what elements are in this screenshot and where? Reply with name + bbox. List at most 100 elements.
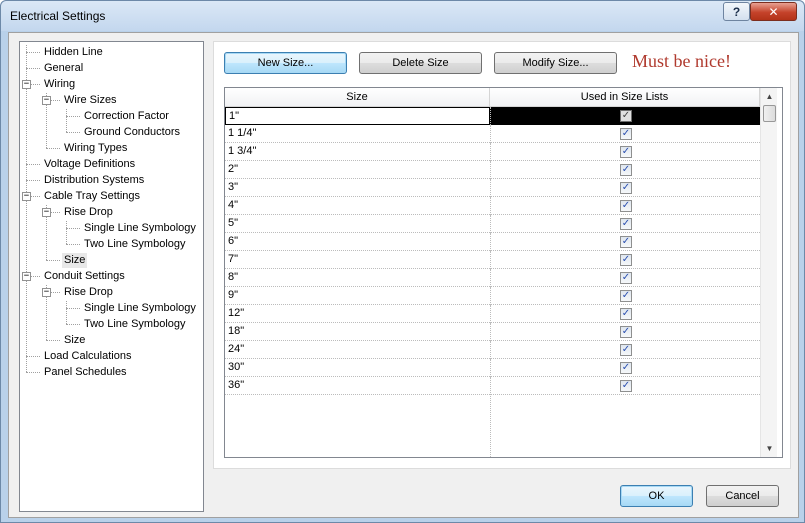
scroll-up-arrow-icon[interactable]: ▲ [761,88,778,105]
tree-item[interactable]: Load Calculations [42,349,133,364]
used-in-size-lists-cell: ✓ [490,341,760,359]
table-row[interactable]: 7" ✓ [225,251,760,269]
column-header-used-in-size-lists[interactable]: Used in Size Lists [490,88,760,107]
used-in-size-lists-checkbox[interactable]: ✓ [620,110,632,122]
size-cell[interactable]: 24" [225,341,490,359]
collapse-icon[interactable]: − [22,80,31,89]
collapse-icon[interactable]: − [22,192,31,201]
used-in-size-lists-checkbox[interactable]: ✓ [620,218,632,230]
used-in-size-lists-checkbox[interactable]: ✓ [620,362,632,374]
used-in-size-lists-cell: ✓ [490,125,760,143]
new-size-button[interactable]: New Size... [224,52,347,74]
used-in-size-lists-checkbox[interactable]: ✓ [620,326,632,338]
tree-connector [46,148,60,149]
size-cell[interactable]: 2" [225,161,490,179]
used-in-size-lists-cell: ✓ [490,107,760,125]
tree-item[interactable]: Two Line Symbology [82,317,188,332]
scroll-thumb[interactable] [763,105,776,122]
table-row[interactable]: 9" ✓ [225,287,760,305]
tree-item[interactable]: Voltage Definitions [42,157,137,172]
size-cell[interactable]: 1" [225,107,490,125]
tree-item[interactable]: Cable Tray Settings [42,189,142,204]
tree-item[interactable]: Conduit Settings [42,269,127,284]
modify-size-button[interactable]: Modify Size... [494,52,617,74]
table-row[interactable]: 8" ✓ [225,269,760,287]
tree-item[interactable]: Ground Conductors [82,125,182,140]
size-cell[interactable]: 36" [225,377,490,395]
help-button[interactable]: ? [723,2,750,21]
used-in-size-lists-checkbox[interactable]: ✓ [620,380,632,392]
tree-item[interactable]: Size [62,333,87,348]
used-in-size-lists-checkbox[interactable]: ✓ [620,344,632,356]
used-in-size-lists-checkbox[interactable]: ✓ [620,200,632,212]
tree-connector [66,116,80,117]
tree-item[interactable]: Hidden Line [42,45,105,60]
table-row[interactable]: 30" ✓ [225,359,760,377]
close-button[interactable]: ✕ [750,2,797,21]
size-cell[interactable]: 5" [225,215,490,233]
tree-item[interactable]: Rise Drop [62,205,115,220]
size-cell[interactable]: 8" [225,269,490,287]
used-in-size-lists-checkbox[interactable]: ✓ [620,290,632,302]
tree-item[interactable]: General [42,61,85,76]
tree-item[interactable]: Wiring Types [62,141,129,156]
tree-item[interactable]: Wire Sizes [62,93,119,108]
tree-connector [26,372,40,373]
tree-item[interactable]: Panel Schedules [42,365,129,380]
tree-item[interactable]: Wiring [42,77,77,92]
table-row[interactable]: 3" ✓ [225,179,760,197]
tree-guide-line [66,221,67,244]
used-in-size-lists-cell: ✓ [490,179,760,197]
tree-guide-line [26,45,27,372]
size-cell[interactable]: 6" [225,233,490,251]
used-in-size-lists-checkbox[interactable]: ✓ [620,164,632,176]
size-cell[interactable]: 3" [225,179,490,197]
used-in-size-lists-checkbox[interactable]: ✓ [620,182,632,194]
table-row[interactable]: 1" ✓ [225,107,760,125]
collapse-icon[interactable]: − [42,288,51,297]
collapse-icon[interactable]: − [22,272,31,281]
tree-item[interactable]: Correction Factor [82,109,171,124]
table-row[interactable]: 2" ✓ [225,161,760,179]
used-in-size-lists-checkbox[interactable]: ✓ [620,254,632,266]
table-row[interactable]: 1 1/4" ✓ [225,125,760,143]
size-grid[interactable]: Size Used in Size Lists 1" ✓ 1 1/4" ✓ 1 3/4"… [224,87,783,458]
title-bar[interactable]: Electrical Settings ? ✕ [1,1,804,31]
delete-size-button[interactable]: Delete Size [359,52,482,74]
table-row[interactable]: 18" ✓ [225,323,760,341]
cancel-button[interactable]: Cancel [706,485,779,507]
settings-tree[interactable]: Hidden Line General − Wiring − Wire Sizes Corr… [19,41,204,512]
collapse-icon[interactable]: − [42,208,51,217]
table-row[interactable]: 24" ✓ [225,341,760,359]
ok-button[interactable]: OK [620,485,693,507]
scroll-down-arrow-icon[interactable]: ▼ [761,440,778,457]
size-cell[interactable]: 9" [225,287,490,305]
size-cell[interactable]: 12" [225,305,490,323]
table-row[interactable]: 4" ✓ [225,197,760,215]
size-cell[interactable]: 1 3/4" [225,143,490,161]
table-row[interactable]: 36" ✓ [225,377,760,395]
size-cell[interactable]: 1 1/4" [225,125,490,143]
tree-item[interactable]: Distribution Systems [42,173,146,188]
size-cell[interactable]: 7" [225,251,490,269]
table-row[interactable]: 1 3/4" ✓ [225,143,760,161]
column-header-size[interactable]: Size [225,88,490,107]
tree-item[interactable]: Size [62,253,88,268]
tree-item[interactable]: Rise Drop [62,285,115,300]
tree-item[interactable]: Single Line Symbology [82,221,198,236]
used-in-size-lists-checkbox[interactable]: ✓ [620,236,632,248]
tree-item[interactable]: Single Line Symbology [82,301,198,316]
size-cell[interactable]: 18" [225,323,490,341]
vertical-scrollbar[interactable]: ▲ ▼ [760,88,777,457]
size-cell[interactable]: 4" [225,197,490,215]
used-in-size-lists-checkbox[interactable]: ✓ [620,146,632,158]
table-row[interactable]: 12" ✓ [225,305,760,323]
tree-item[interactable]: Two Line Symbology [82,237,188,252]
used-in-size-lists-checkbox[interactable]: ✓ [620,128,632,140]
table-row[interactable]: 6" ✓ [225,233,760,251]
used-in-size-lists-checkbox[interactable]: ✓ [620,308,632,320]
collapse-icon[interactable]: − [42,96,51,105]
size-cell[interactable]: 30" [225,359,490,377]
table-row[interactable]: 5" ✓ [225,215,760,233]
used-in-size-lists-checkbox[interactable]: ✓ [620,272,632,284]
